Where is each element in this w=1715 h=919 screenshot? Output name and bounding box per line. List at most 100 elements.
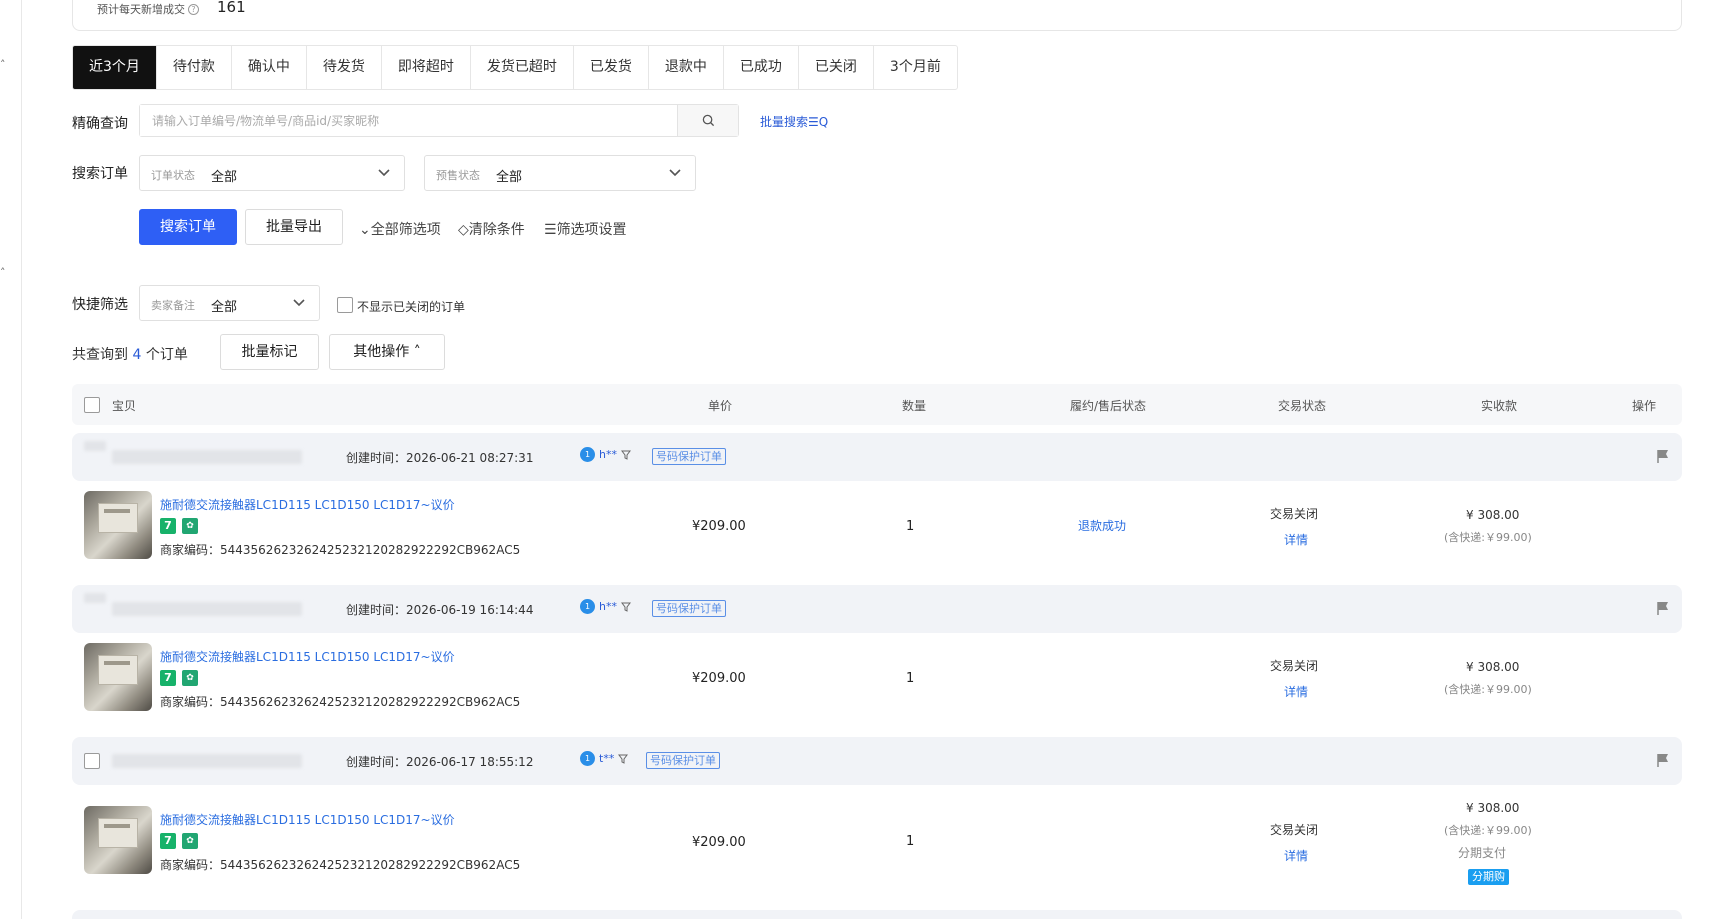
created-time: 创建时间：2026-06-19 16:14:44 (346, 603, 534, 617)
detail-link[interactable]: 详情 (1284, 683, 1308, 700)
product-thumbnail[interactable] (84, 491, 152, 559)
trade-status: 交易关闭 (1270, 659, 1319, 673)
col-actions: 操作 (1632, 399, 1657, 413)
precise-search-input[interactable] (140, 105, 677, 136)
after-sale-status-link[interactable]: 退款成功 (1078, 517, 1126, 534)
flag-icon[interactable] (1656, 753, 1670, 768)
merchant-code: 商家编码：5443562623262425232120282922292CB96… (160, 858, 521, 872)
chevron-down-icon (293, 299, 305, 307)
product-title-link[interactable]: 施耐德交流接触器LC1D115 LC1D150 LC1D17~议价 (160, 496, 455, 513)
created-time: 创建时间：2026-06-17 18:55:12 (346, 755, 534, 769)
tab-refunding[interactable]: 退款中 (649, 46, 724, 89)
product-thumbnail[interactable] (84, 806, 152, 874)
tab-to-ship[interactable]: 待发货 (307, 46, 382, 89)
chevron-down-icon (378, 169, 390, 177)
shipping-fee: (含快递:￥99.00) (1444, 683, 1532, 696)
presale-status-select[interactable]: 预售状态 全部 (424, 155, 696, 191)
quick-filter-label: 快捷筛选 (72, 297, 128, 313)
product-thumbnail[interactable] (84, 643, 152, 711)
order-status-select[interactable]: 订单状态 全部 (139, 155, 405, 191)
order-header: 创建时间：2026-06-17 18:55:12 1 t** 号码保护订单 (72, 737, 1682, 785)
trade-status: 交易关闭 (1270, 823, 1319, 837)
chat-icon[interactable]: 1 (580, 599, 595, 614)
batch-export-button[interactable]: 批量导出 (245, 209, 343, 245)
collapse-caret-icon[interactable]: ˄ (0, 58, 6, 71)
collapse-caret-icon[interactable]: ˄ (0, 266, 6, 279)
filter-icon[interactable] (620, 602, 631, 612)
seven-day-return-icon: 7 (160, 833, 176, 849)
search-orders-button[interactable]: 搜索订单 (139, 209, 237, 245)
buyer-nickname[interactable]: 1 h** (580, 599, 631, 614)
search-button[interactable] (677, 105, 738, 136)
paid-amount: ¥ 308.00 (1466, 660, 1520, 674)
detail-link[interactable]: 详情 (1284, 847, 1308, 864)
shield-icon: ✿ (182, 518, 198, 534)
seller-note-value: 全部 (211, 300, 238, 315)
shield-icon: ✿ (182, 670, 198, 686)
tab-closed[interactable]: 已关闭 (799, 46, 874, 89)
unit-price: ¥209.00 (692, 519, 746, 534)
result-count-line: 共查询到 4 个订单 (72, 347, 188, 363)
redacted-order-id (112, 754, 302, 768)
chat-icon[interactable]: 1 (580, 751, 595, 766)
product-title-link[interactable]: 施耐德交流接触器LC1D115 LC1D150 LC1D17~议价 (160, 811, 455, 828)
chat-icon[interactable]: 1 (580, 447, 595, 462)
tab-recent-3-months[interactable]: 近3个月 (73, 46, 157, 89)
seller-note-select[interactable]: 卖家备注 全部 (139, 285, 320, 321)
filter-settings-link[interactable]: ☰筛选项设置 (544, 219, 627, 239)
product-badges: 7 ✿ (160, 670, 198, 686)
order-checkbox[interactable] (84, 753, 100, 769)
tab-about-to-timeout[interactable]: 即将超时 (382, 46, 471, 89)
order-header: 创建时间：2026-06-21 08:27:31 1 h** 号码保护订单 (72, 433, 1682, 481)
summary-value: 161 (217, 0, 246, 16)
help-icon[interactable]: ? (188, 4, 199, 15)
buyer-nickname[interactable]: 1 h** (580, 447, 631, 462)
order-header: 创建时间：2026-06-19 16:14:44 1 h** 号码保护订单 (72, 585, 1682, 633)
product-title-link[interactable]: 施耐德交流接触器LC1D115 LC1D150 LC1D17~议价 (160, 648, 455, 665)
merchant-code: 商家编码：5443562623262425232120282922292CB96… (160, 695, 521, 709)
clear-conditions-link[interactable]: ◇清除条件 (458, 219, 525, 239)
detail-link[interactable]: 详情 (1284, 531, 1308, 548)
buyer-nickname[interactable]: 1 t** (580, 751, 629, 766)
all-filters-link[interactable]: ⌄全部筛选项 (359, 219, 441, 239)
presale-status-prefix: 预售状态 (436, 169, 480, 182)
summary-card: 预计每天新增成交? 161 (72, 0, 1682, 31)
filter-icon[interactable] (618, 754, 629, 764)
tab-success[interactable]: 已成功 (724, 46, 799, 89)
payment-method: 分期支付 (1458, 846, 1507, 860)
paid-amount: ¥ 308.00 (1466, 508, 1520, 522)
redacted-order-id (84, 593, 106, 603)
col-fulfillment: 履约/售后状态 (1070, 399, 1147, 413)
shield-icon: ✿ (182, 833, 198, 849)
tab-older-than-3-months[interactable]: 3个月前 (874, 46, 957, 89)
seven-day-return-icon: 7 (160, 670, 176, 686)
seller-note-prefix: 卖家备注 (151, 299, 195, 312)
other-operations-button[interactable]: 其他操作 ˄ (329, 334, 445, 370)
table-header: 宝贝 单价 数量 履约/售后状态 交易状态 实收款 操作 (72, 384, 1682, 425)
installment-badge: 分期购 (1468, 869, 1509, 885)
shipping-fee: (含快递:￥99.00) (1444, 531, 1532, 544)
col-item: 宝贝 (112, 399, 137, 413)
list-icon: ☰ (544, 222, 557, 238)
flag-icon[interactable] (1656, 601, 1670, 616)
tab-ship-overdue[interactable]: 发货已超时 (471, 46, 574, 89)
chevron-down-icon (669, 169, 681, 177)
unit-price: ¥209.00 (692, 835, 746, 850)
batch-mark-button[interactable]: 批量标记 (220, 334, 319, 370)
hide-closed-checkbox[interactable] (337, 297, 353, 313)
tab-pending-payment[interactable]: 待付款 (157, 46, 232, 89)
flag-icon[interactable] (1656, 449, 1670, 464)
tab-confirming[interactable]: 确认中 (232, 46, 307, 89)
order-status-prefix: 订单状态 (151, 169, 195, 182)
shipping-fee: (含快递:￥99.00) (1444, 824, 1532, 837)
summary-label: 预计每天新增成交? (97, 1, 199, 17)
batch-search-link[interactable]: 批量搜索☰Q (760, 113, 828, 130)
quantity: 1 (906, 519, 915, 534)
select-all-checkbox[interactable] (84, 397, 100, 413)
number-protection-tag: 号码保护订单 (652, 600, 726, 617)
chevron-down-icon: ⌄ (359, 222, 371, 238)
tab-shipped[interactable]: 已发货 (574, 46, 649, 89)
quantity: 1 (906, 671, 915, 686)
filter-icon[interactable] (620, 450, 631, 460)
eraser-icon: ◇ (458, 222, 469, 238)
